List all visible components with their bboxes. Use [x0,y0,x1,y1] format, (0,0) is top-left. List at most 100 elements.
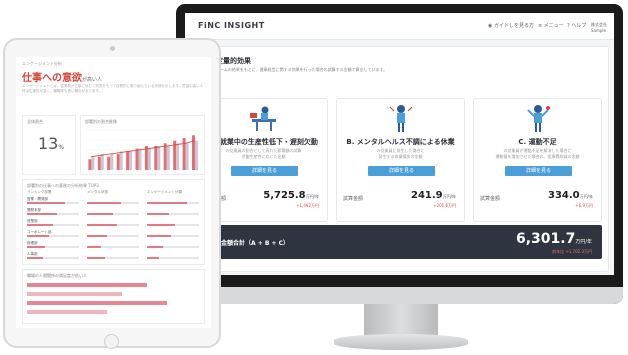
ranking-title: 部署別の仕事への意欲の分析結果 TOP3 [27,183,99,188]
stressed-person-icon [389,105,413,132]
monitor-stand-base [334,334,468,350]
chart-bar [138,148,142,170]
main-panel: 定量的効果 チームの結果をもとに、健康経営に関する効果を行った場合の試算する金額… [190,46,609,272]
card-b-desc: の従業員に発生した場合に 発生する休業損失の金額 [376,148,425,159]
ranking-bar [27,257,43,259]
trend-chart-box: 部署別の割合推移 [80,115,205,175]
card-c-title: C. 運動不足 [518,138,557,146]
chart-bar [182,138,186,170]
app-logo: FiNC INSIGHT [198,21,265,30]
breadcrumb[interactable]: エンゲージメント分析 [22,61,62,67]
chart-bar [154,146,158,170]
chart-bar [129,151,133,170]
nav-menu-link[interactable]: ≡ メニュー [538,22,564,29]
card-c-detail-button[interactable]: 詳細を見る [505,166,572,176]
chart-bar [166,146,170,170]
ranking-bar [87,224,117,226]
chart-bar [135,148,139,170]
total-value: 6,301.7万円/年 [515,231,592,247]
tablet-camera [110,46,115,51]
card-c-value: 334.0万円/年 [548,190,593,201]
chart-bar [119,151,123,170]
chart-bar [97,156,101,170]
total-panel: 試算金額合計（A + B + C） 6,301.7万円/年 前年比 +1,702… [199,225,602,259]
section-description: チームの結果をもとに、健康経営に関する効果を行った場合の試算する金額で算出してい… [216,67,388,72]
app-header: FiNC INSIGHT ◉ ガイドしを見る方 ≡ メニュー ? ヘルプ 株式会… [185,13,614,40]
chart-bar [195,140,198,170]
card-a-detail-button[interactable]: 詳細を見る [231,166,298,176]
card-c: C. 運動不足 の従業員が運動不足を解消した場合に 運動量を増加させた場合の、医… [473,98,602,222]
monitor-chin [176,287,623,304]
card-c-delta: +6.9万円 [575,203,593,208]
card-b-label: 試算金額 [343,196,364,202]
bottom-bar [27,310,107,314]
total-delta: 前年比 +1,702.3万円 [552,249,592,254]
ranking-bar [27,246,45,248]
ranking-bar [147,202,187,204]
home-button[interactable] [104,334,119,349]
tablet-screen: エンゲージメント分析 仕事への意欲が高い人 エンゲージメントとは、従業員が仕事に… [16,57,211,328]
chart-bar [147,148,151,170]
score-value: 13% [38,134,65,153]
bottom-bar [27,283,147,287]
ranking-bar [87,257,105,259]
card-b: B. メンタルヘルス不調による休業 の従業員に発生した場合に 発生する休業損失の… [336,98,465,222]
card-a-value: 5,725.8万円/年 [263,190,319,201]
card-b-delta: +201.6万円 [433,203,456,208]
ranking-bar [87,246,101,248]
ranking-bar [87,213,113,215]
exercise-person-icon [527,105,550,132]
score-label: 全体割合 [27,119,43,124]
chart-bar [107,156,111,170]
bottom-bar [27,301,167,305]
chart-bar [163,143,167,170]
score-box: 全体割合 13% [22,115,76,175]
ranking-box: 部署別の仕事への意欲の分析結果 TOP3 ランキング部署 メンタル状態 エンゲー… [22,179,205,265]
ranking-bar [147,246,163,248]
ranking-bar [27,235,49,237]
monitor: FiNC INSIGHT ◉ ガイドしを見る方 ≡ メニュー ? ヘルプ 株式会… [176,4,623,304]
ranking-bar [87,202,121,204]
page-title: 仕事への意欲が高い人 [22,73,103,84]
ranking-bar [27,213,57,215]
card-b-detail-button[interactable]: 詳細を見る [368,166,435,176]
card-c-desc: の従業員が運動不足を解消した場合に 運動量を増加させた場合の、医療費削減の金額 [495,148,580,159]
bottom-box: 職場の人間関係の満足度が低い人 [22,269,205,324]
bottom-title: 職場の人間関係の満足度が低い人 [27,273,87,278]
nav-guide-link[interactable]: ◉ ガイドしを見る方 [488,22,534,29]
chart-title: 部署別の割合推移 [85,119,117,124]
monitor-screen: FiNC INSIGHT ◉ ガイドしを見る方 ≡ メニュー ? ヘルプ 株式会… [185,13,614,275]
chart-bar [126,151,130,170]
chart-bar [176,143,180,170]
chart-bar [88,159,92,170]
ranking-bar [147,235,171,237]
ranking-bar [147,257,159,259]
intro-text: エンゲージメントとは、従業員が仕事に対して熱意をもって自発的に取り組んでいる状態… [22,84,204,93]
chart-trend-line [91,140,195,158]
company-name: 株式会社 Sample [591,22,607,33]
col-header-2: メンタル状態 [87,190,108,194]
ranking-bar [87,235,107,237]
card-b-title: B. メンタルヘルス不調による休業 [346,138,455,146]
ranking-bar [147,224,175,226]
section-title: 定量的効果 [216,57,251,65]
office-worker-icon [250,106,276,131]
ranking-bar [27,224,53,226]
chart-bar [91,156,95,170]
col-header-3: エンゲージメント分類 [147,190,182,194]
trend-chart [85,129,202,170]
chart-bar [144,146,148,170]
chart-bar [116,154,120,170]
card-b-value: 241.9万円/年 [411,190,456,201]
tablet: エンゲージメント分析 仕事への意欲が高い人 エンゲージメントとは、従業員が仕事に… [3,38,221,349]
nav-help-link[interactable]: ? ヘルプ [567,22,586,29]
card-c-label: 試算金額 [480,196,501,202]
total-label: 試算金額合計（A + B + C） [209,240,290,247]
bottom-bar [27,292,122,296]
chart-bar [100,154,104,170]
chart-bar [185,143,189,170]
monitor-stand [364,304,438,338]
col-header-1: ランキング部署 [27,190,52,194]
ranking-bar [27,202,65,204]
ranking-bar [147,213,169,215]
